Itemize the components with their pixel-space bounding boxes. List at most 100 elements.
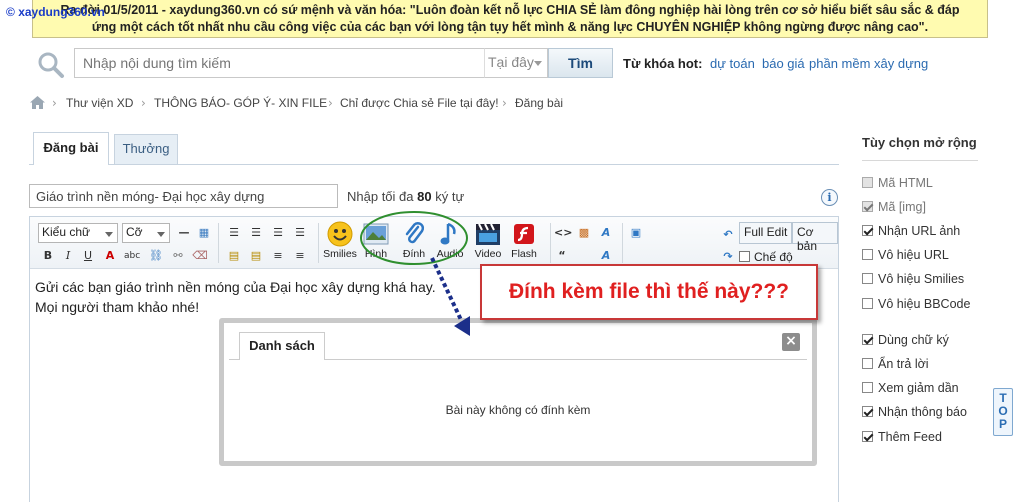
annotation-callout: Đính kèm file thì thế này??? bbox=[480, 264, 818, 320]
quote-icon[interactable]: ▤ bbox=[226, 248, 242, 264]
insert-flash-button[interactable]: Flash bbox=[502, 221, 546, 260]
align-center-icon[interactable]: ☰ bbox=[248, 225, 264, 241]
option-label: Ẩn trả lời bbox=[878, 357, 929, 371]
breadcrumb-item-thong-bao[interactable]: THÔNG BÁO- GÓP Ý- XIN FILE bbox=[154, 96, 327, 110]
option-row[interactable]: Ẩn trả lời bbox=[862, 357, 929, 371]
breadcrumb-item-thu-vien[interactable]: Thư viện XD bbox=[66, 96, 133, 110]
option-checkbox[interactable] bbox=[862, 225, 873, 236]
option-checkbox[interactable] bbox=[862, 382, 873, 393]
option-row[interactable]: Dùng chữ ký bbox=[862, 333, 949, 347]
full-edit-button[interactable]: Full Edit bbox=[739, 222, 793, 244]
php-icon[interactable]: ▩ bbox=[576, 225, 592, 241]
tab-divider bbox=[29, 164, 839, 165]
breadcrumb-separator: › bbox=[328, 96, 333, 110]
option-checkbox bbox=[862, 177, 873, 188]
option-row[interactable]: Nhận thông báo bbox=[862, 405, 967, 419]
undo-icon[interactable]: ↶ bbox=[720, 227, 736, 243]
post-title-input[interactable] bbox=[29, 184, 338, 208]
option-checkbox[interactable] bbox=[862, 273, 873, 284]
scroll-top-button[interactable]: TOP bbox=[993, 388, 1013, 436]
title-hint-prefix: Nhập tối đa bbox=[347, 189, 414, 204]
italic-icon[interactable]: I bbox=[60, 248, 76, 264]
option-row[interactable]: Vô hiệu BBCode bbox=[862, 297, 970, 311]
info-icon[interactable]: i bbox=[821, 189, 838, 206]
align-right-icon[interactable]: ☰ bbox=[270, 225, 286, 241]
font-size-icon[interactable]: A bbox=[598, 248, 614, 264]
attachment-empty-message: Bài này không có đính kèm bbox=[445, 403, 591, 417]
option-label: Mã HTML bbox=[878, 176, 933, 190]
font-size-select[interactable]: Cỡ bbox=[122, 223, 170, 243]
mode-checkbox[interactable] bbox=[739, 251, 750, 262]
search-input[interactable] bbox=[74, 48, 485, 78]
text-color-icon[interactable]: A bbox=[102, 248, 118, 264]
option-row[interactable]: Xem giảm dần bbox=[862, 381, 959, 395]
breadcrumb-item-chia-se[interactable]: Chỉ được Chia sẻ File tại đây! bbox=[340, 96, 499, 110]
sidebar-divider bbox=[862, 160, 978, 161]
option-checkbox[interactable] bbox=[862, 249, 873, 260]
quote-mark-icon[interactable]: “ bbox=[554, 248, 570, 264]
font-family-select[interactable]: Kiểu chữ bbox=[38, 223, 118, 243]
title-hint-count: 80 bbox=[417, 189, 432, 204]
breadcrumb-separator: › bbox=[52, 96, 57, 110]
hot-link-du-toan[interactable]: dự toán bbox=[710, 56, 755, 71]
mode-toggle[interactable]: Chế độ bbox=[739, 250, 793, 264]
hot-keywords-label: Từ khóa hot: bbox=[623, 56, 703, 71]
option-checkbox[interactable] bbox=[862, 334, 873, 345]
option-checkbox[interactable] bbox=[862, 358, 873, 369]
align-left-icon[interactable]: ☰ bbox=[226, 225, 242, 241]
underline-icon[interactable]: U bbox=[80, 248, 96, 264]
horizontal-rule-icon[interactable]: — bbox=[176, 225, 192, 241]
option-checkbox[interactable] bbox=[862, 298, 873, 309]
numbered-list-icon[interactable]: ≡ bbox=[270, 248, 286, 264]
option-label: Xem giảm dần bbox=[878, 381, 959, 395]
chevron-down-icon bbox=[105, 232, 113, 237]
flash-label: Flash bbox=[511, 248, 537, 260]
tab-attachment-list[interactable]: Danh sách bbox=[239, 332, 325, 360]
mode-label: Chế độ bbox=[754, 250, 793, 264]
bold-icon[interactable]: B bbox=[40, 248, 56, 264]
flash-icon bbox=[510, 221, 538, 247]
option-label: Mã [img] bbox=[878, 200, 926, 214]
option-row[interactable]: Vô hiệu Smilies bbox=[862, 272, 964, 286]
font-style-icon[interactable]: A bbox=[598, 225, 614, 241]
search-button[interactable]: Tìm bbox=[548, 48, 613, 78]
remove-link-icon[interactable]: ⚯ bbox=[170, 248, 186, 264]
title-hint: Nhập tối đa 80 ký tự bbox=[347, 189, 464, 204]
clear-format-icon[interactable]: ⌫ bbox=[192, 248, 208, 264]
insert-link-icon[interactable]: ⛓ bbox=[148, 248, 164, 264]
option-checkbox[interactable] bbox=[862, 406, 873, 417]
spellcheck-icon[interactable]: abc bbox=[124, 248, 140, 264]
preview-icon[interactable]: ▣ bbox=[628, 225, 644, 241]
search-scope-select[interactable]: Tại đây bbox=[484, 48, 548, 78]
search-scope-label: Tại đây bbox=[488, 54, 534, 70]
align-justify-icon[interactable]: ☰ bbox=[292, 225, 308, 241]
table-icon[interactable]: ▦ bbox=[196, 225, 212, 241]
code-icon[interactable]: <> bbox=[554, 225, 572, 241]
smiley-icon bbox=[326, 221, 354, 247]
toolbar-divider bbox=[218, 223, 219, 263]
close-icon[interactable]: × bbox=[782, 333, 800, 351]
tab-thuong[interactable]: Thưởng bbox=[114, 134, 178, 164]
code-block-icon[interactable]: ▤ bbox=[248, 248, 264, 264]
breadcrumb-separator: › bbox=[141, 96, 146, 110]
redo-icon[interactable]: ↷ bbox=[720, 249, 736, 265]
bullet-list-icon[interactable]: ≡ bbox=[292, 248, 308, 264]
chevron-down-icon bbox=[157, 232, 165, 237]
option-checkbox[interactable] bbox=[862, 431, 873, 442]
option-row[interactable]: Mã [img] bbox=[862, 200, 926, 214]
option-label: Dùng chữ ký bbox=[878, 333, 949, 347]
option-row[interactable]: Mã HTML bbox=[862, 176, 933, 190]
home-icon[interactable] bbox=[30, 96, 45, 109]
hot-link-phan-mem[interactable]: phần mềm xây dựng bbox=[809, 56, 928, 71]
option-row[interactable]: Vô hiệu URL bbox=[862, 248, 949, 262]
option-row[interactable]: Thêm Feed bbox=[862, 430, 942, 444]
editor-toolbar: Kiểu chữ Cỡ — ▦ B I U A abc ⛓ ⚯ ⌫ ☰ ☰ ☰ … bbox=[30, 217, 838, 269]
basic-mode-button[interactable]: Cơ bản bbox=[792, 222, 838, 253]
hot-link-bao-gia[interactable]: báo giá bbox=[762, 56, 805, 71]
option-row[interactable]: Nhận URL ảnh bbox=[862, 224, 960, 238]
option-label: Vô hiệu BBCode bbox=[878, 297, 971, 311]
tab-dang-bai[interactable]: Đăng bài bbox=[33, 132, 109, 165]
editor-content[interactable]: Gửi các bạn giáo trình nền móng của Đại … bbox=[35, 277, 436, 317]
site-watermark: © xaydung360.vn bbox=[6, 5, 105, 19]
toolbar-divider bbox=[550, 223, 551, 263]
